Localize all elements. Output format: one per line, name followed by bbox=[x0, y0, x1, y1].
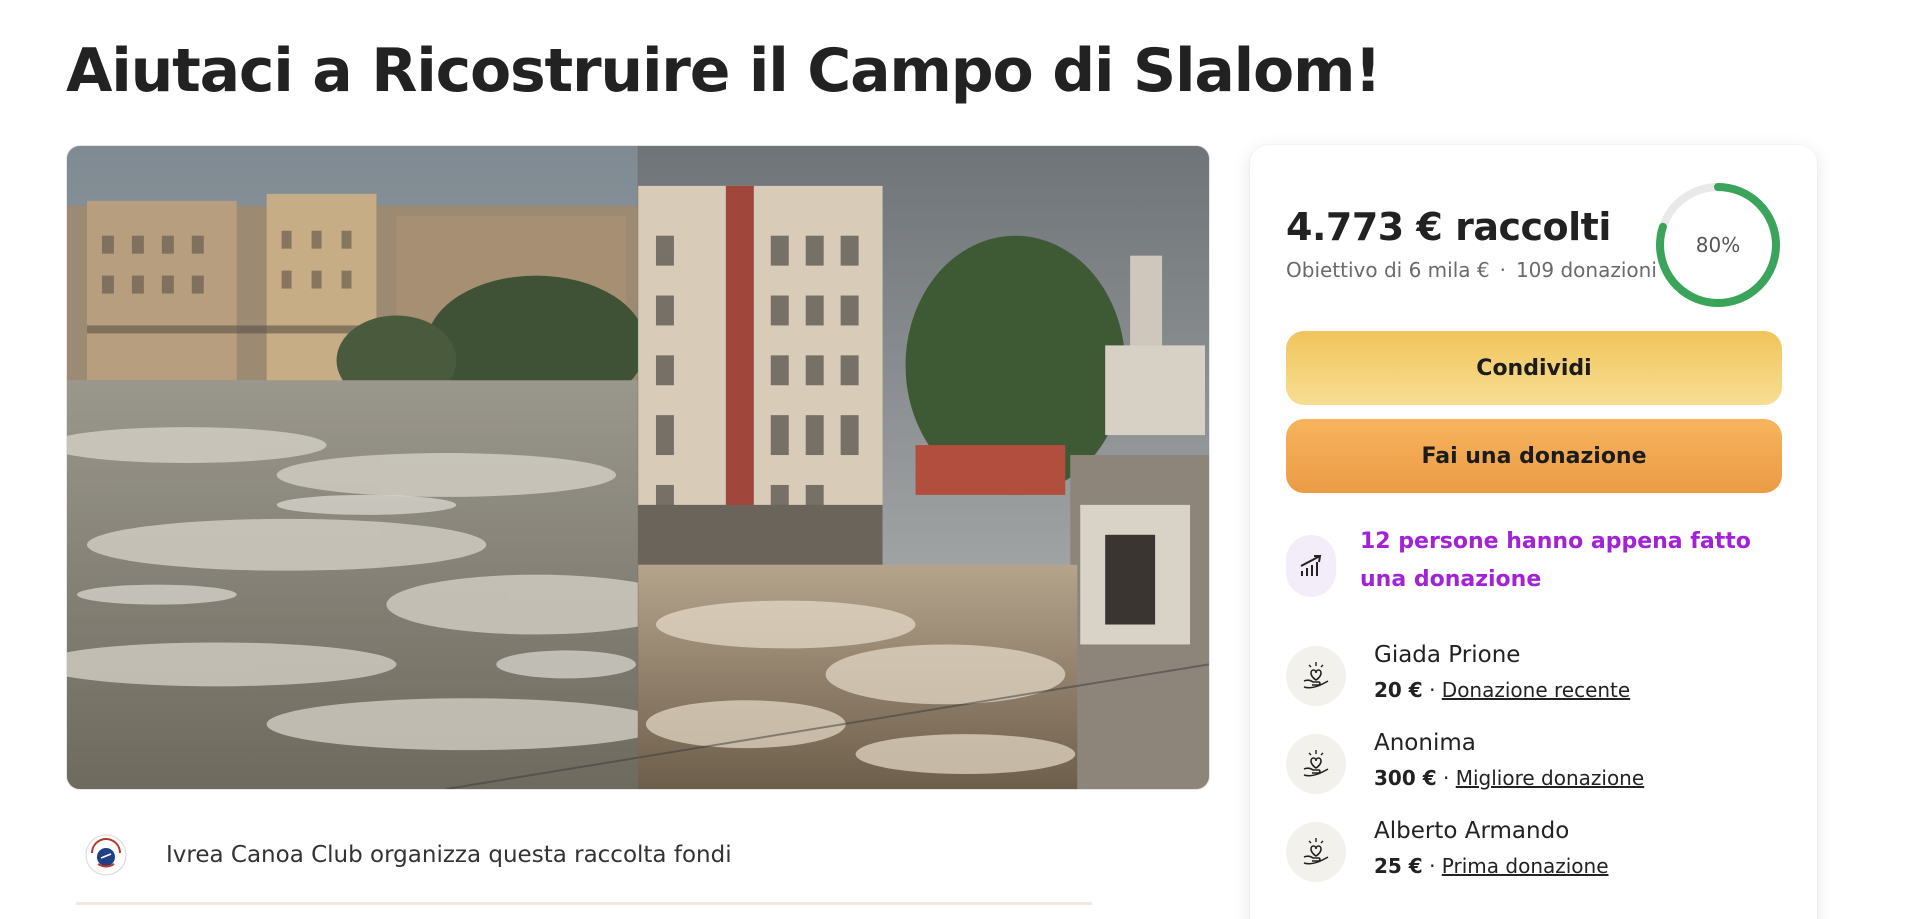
goal-text: Obiettivo di 6 mila € bbox=[1286, 258, 1490, 282]
donor-name: Giada Prione bbox=[1374, 642, 1521, 668]
amount-raised: 4.773 € raccolti bbox=[1286, 205, 1611, 249]
organizer-text: Ivrea Canoa Club organizza questa raccol… bbox=[166, 842, 732, 868]
donor-item: Alberto Armando 25 € · Prima donazione bbox=[1286, 818, 1786, 888]
progress-ring: 80% bbox=[1654, 181, 1782, 309]
donor-separator: · bbox=[1422, 678, 1442, 702]
donor-name: Alberto Armando bbox=[1374, 818, 1570, 844]
donor-tag-link[interactable]: Prima donazione bbox=[1442, 854, 1609, 878]
goal-summary: Obiettivo di 6 mila € · 109 donazioni bbox=[1286, 258, 1657, 282]
flood-river-photo bbox=[67, 146, 1209, 789]
share-button[interactable]: Condividi bbox=[1286, 331, 1782, 405]
donor-amount: 25 € bbox=[1374, 854, 1423, 878]
donor-item: Anonima 300 € · Migliore donazione bbox=[1286, 730, 1786, 800]
donor-separator: · bbox=[1436, 766, 1456, 790]
donor-amount: 20 € bbox=[1374, 678, 1423, 702]
section-divider bbox=[76, 902, 1092, 905]
donor-details: 25 € · Prima donazione bbox=[1374, 854, 1609, 878]
heart-hand-icon bbox=[1286, 822, 1346, 882]
donation-card: 4.773 € raccolti Obiettivo di 6 mila € · 1… bbox=[1250, 145, 1817, 919]
donor-tag-link[interactable]: Migliore donazione bbox=[1456, 766, 1644, 790]
page-title: Aiutaci a Ricostruire il Campo di Slalom… bbox=[66, 36, 1382, 106]
club-logo-icon bbox=[84, 833, 128, 877]
progress-label: 80% bbox=[1695, 233, 1741, 257]
donor-item: Giada Prione 20 € · Donazione recente bbox=[1286, 642, 1786, 712]
recent-donations-text: 12 persone hanno appena fatto una donazi… bbox=[1360, 529, 1751, 592]
donor-details: 300 € · Migliore donazione bbox=[1374, 766, 1644, 790]
donor-name: Anonima bbox=[1374, 730, 1476, 756]
donation-count: 109 donazioni bbox=[1515, 258, 1657, 282]
heart-hand-icon bbox=[1286, 734, 1346, 794]
trending-up-icon bbox=[1286, 535, 1336, 597]
recent-donations-banner: 12 persone hanno appena fatto una donazi… bbox=[1286, 523, 1786, 613]
donor-separator: · bbox=[1422, 854, 1442, 878]
organizer-row[interactable]: Ivrea Canoa Club organizza questa raccol… bbox=[84, 820, 1094, 890]
donor-tag-link[interactable]: Donazione recente bbox=[1442, 678, 1630, 702]
donor-details: 20 € · Donazione recente bbox=[1374, 678, 1630, 702]
donor-amount: 300 € bbox=[1374, 766, 1437, 790]
donate-button[interactable]: Fai una donazione bbox=[1286, 419, 1782, 493]
goal-separator: · bbox=[1499, 258, 1506, 282]
heart-hand-icon bbox=[1286, 646, 1346, 706]
campaign-hero-image[interactable] bbox=[66, 145, 1210, 790]
